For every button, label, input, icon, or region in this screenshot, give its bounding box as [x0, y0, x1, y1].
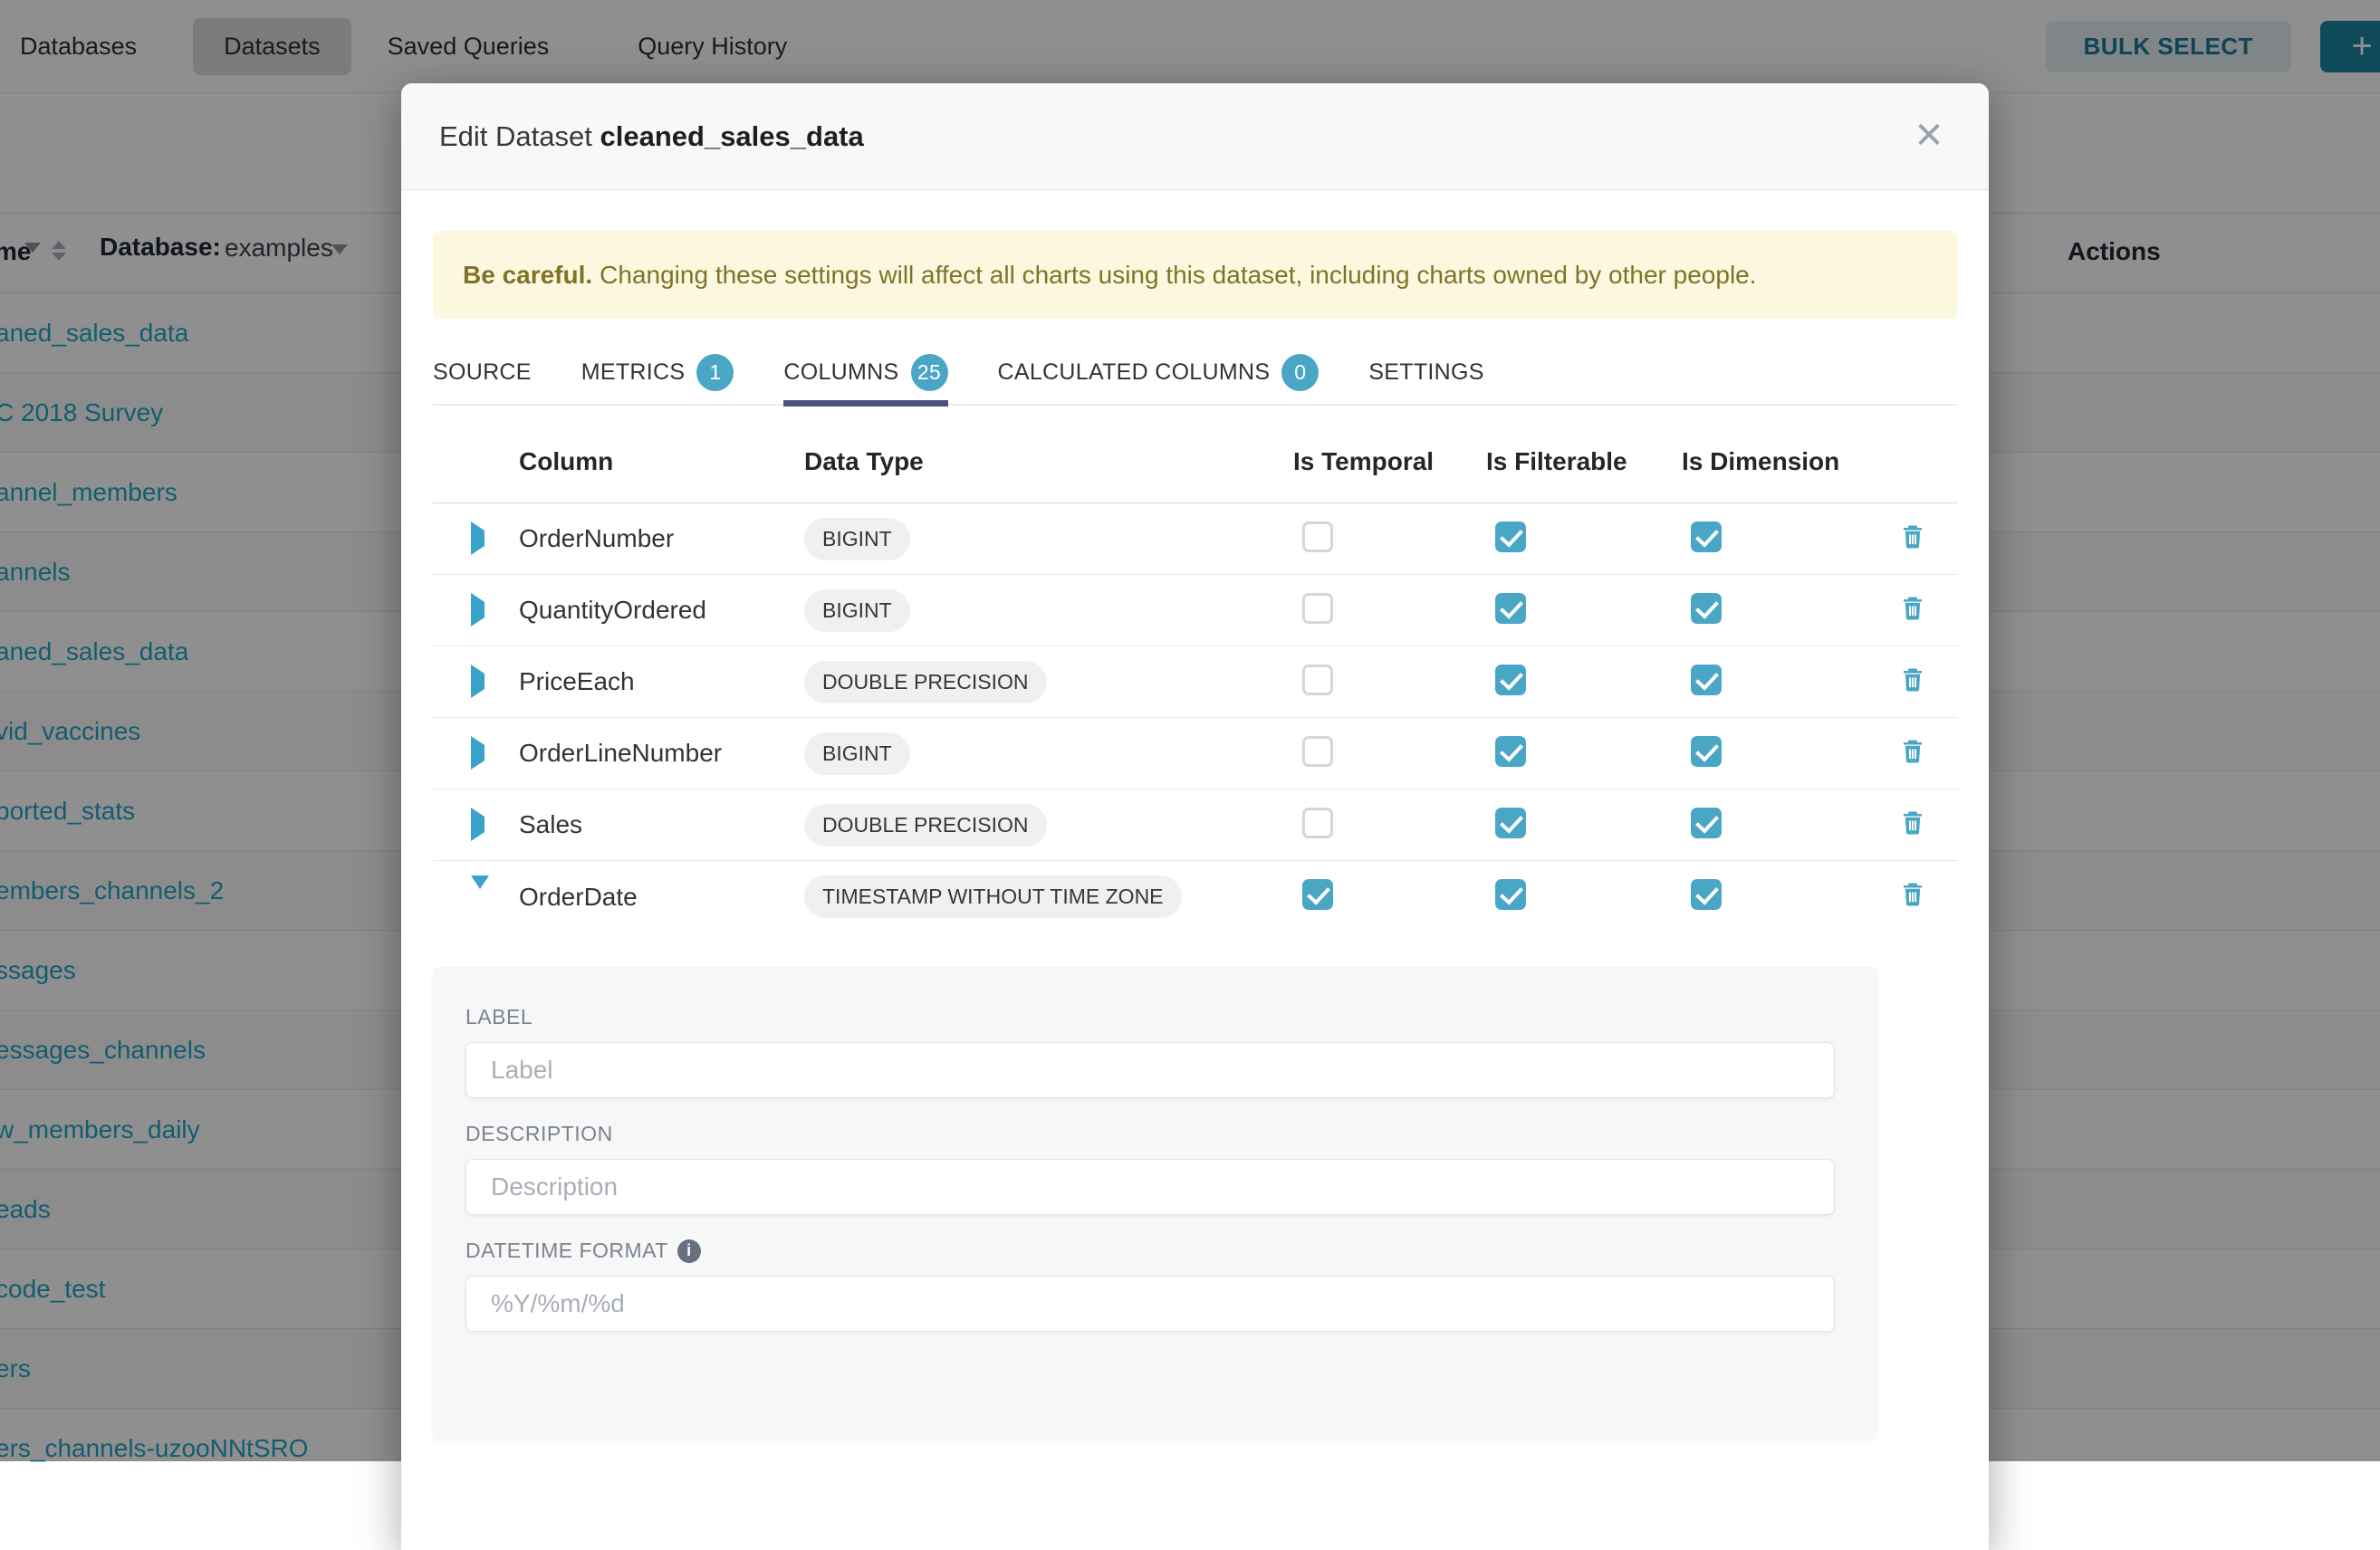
modal-title-dataset-name: cleaned_sales_data — [600, 120, 864, 152]
is-dimension-checkbox[interactable] — [1691, 593, 1722, 624]
expand-caret-icon[interactable] — [471, 736, 485, 770]
expand-caret-icon[interactable] — [471, 665, 485, 698]
data-type-pill: BIGINT — [804, 518, 910, 560]
is-temporal-checkbox[interactable] — [1302, 808, 1333, 838]
close-icon[interactable]: ✕ — [1900, 107, 1958, 165]
data-type-pill: DOUBLE PRECISION — [804, 804, 1047, 847]
tab-label: COLUMNS — [783, 359, 898, 386]
info-icon[interactable]: i — [677, 1239, 701, 1263]
is-filterable-checkbox[interactable] — [1495, 879, 1526, 910]
columns-table: Column Data Type Is Temporal Is Filterab… — [433, 420, 1958, 933]
label-field-label: LABEL — [465, 1005, 1835, 1029]
column-name: OrderDate — [519, 883, 804, 912]
tab-count-badge: 25 — [911, 354, 948, 391]
collapse-caret-icon[interactable] — [471, 875, 489, 904]
is-filterable-checkbox[interactable] — [1495, 808, 1526, 838]
delete-column-icon[interactable] — [1899, 881, 1926, 913]
is-dimension-checkbox[interactable] — [1691, 736, 1722, 767]
tab-count-badge: 0 — [1281, 354, 1319, 391]
column-row-priceeach: PriceEach DOUBLE PRECISION — [433, 646, 1958, 718]
tab-columns[interactable]: COLUMNS 25 — [783, 340, 947, 405]
datetime-format-input[interactable] — [465, 1276, 1835, 1332]
tab-count-badge: 1 — [696, 354, 734, 391]
tab-label: METRICS — [581, 359, 686, 386]
column-row-ordernumber: OrderNumber BIGINT — [433, 503, 1958, 575]
header-is-temporal: Is Temporal — [1293, 447, 1486, 476]
delete-column-icon[interactable] — [1899, 738, 1926, 770]
column-row-orderlinenumber: OrderLineNumber BIGINT — [433, 718, 1958, 789]
columns-table-header: Column Data Type Is Temporal Is Filterab… — [433, 420, 1958, 503]
is-dimension-checkbox[interactable] — [1691, 879, 1722, 910]
is-filterable-checkbox[interactable] — [1495, 736, 1526, 767]
is-dimension-checkbox[interactable] — [1691, 808, 1722, 838]
column-detail-panel: LABEL DESCRIPTION DATETIME FORMAT i — [433, 967, 1877, 1438]
is-temporal-checkbox[interactable] — [1302, 736, 1333, 767]
delete-column-icon[interactable] — [1899, 595, 1926, 627]
is-dimension-checkbox[interactable] — [1691, 521, 1722, 552]
warning-bold-text: Be careful. — [463, 261, 592, 290]
modal-tabbar: SOURCE METRICS 1 COLUMNS 25 CALCULATED C… — [433, 340, 1958, 406]
tab-label: SETTINGS — [1368, 359, 1483, 386]
modal-title: Edit Dataset cleaned_sales_data — [439, 120, 864, 153]
description-field-label: DESCRIPTION — [465, 1122, 1835, 1146]
is-temporal-checkbox[interactable] — [1302, 665, 1333, 695]
tab-calculated-columns[interactable]: CALCULATED COLUMNS 0 — [998, 340, 1320, 405]
column-row-quantityordered: QuantityOrdered BIGINT — [433, 575, 1958, 646]
warning-text: Changing these settings will affect all … — [600, 261, 1756, 290]
column-name: Sales — [519, 810, 804, 839]
data-type-pill: DOUBLE PRECISION — [804, 661, 1047, 703]
tab-label: CALCULATED COLUMNS — [998, 359, 1271, 386]
header-data-type: Data Type — [804, 447, 1293, 476]
modal-title-prefix: Edit Dataset — [439, 120, 592, 152]
is-temporal-checkbox[interactable] — [1302, 593, 1333, 624]
description-input[interactable] — [465, 1159, 1835, 1215]
expand-caret-icon[interactable] — [471, 808, 485, 841]
header-is-filterable: Is Filterable — [1486, 447, 1682, 476]
tab-label: SOURCE — [433, 359, 532, 386]
edit-dataset-modal: Edit Dataset cleaned_sales_data ✕ Be car… — [401, 83, 1989, 1550]
column-row-sales: Sales DOUBLE PRECISION — [433, 789, 1958, 861]
header-column: Column — [519, 447, 804, 476]
data-type-pill: BIGINT — [804, 589, 910, 632]
modal-body: Be careful. Changing these settings will… — [401, 190, 1989, 1438]
label-field-group: LABEL — [465, 1005, 1835, 1098]
datetime-format-field-label: DATETIME FORMAT — [465, 1239, 668, 1263]
column-name: OrderNumber — [519, 524, 804, 553]
tab-metrics[interactable]: METRICS 1 — [581, 340, 734, 405]
delete-column-icon[interactable] — [1899, 666, 1926, 698]
delete-column-icon[interactable] — [1899, 809, 1926, 841]
warning-banner: Be careful. Changing these settings will… — [433, 231, 1958, 319]
delete-column-icon[interactable] — [1899, 523, 1926, 555]
expand-caret-icon[interactable] — [471, 593, 485, 627]
header-is-dimension: Is Dimension — [1682, 447, 1888, 476]
expand-caret-icon[interactable] — [471, 521, 485, 555]
data-type-pill: BIGINT — [804, 732, 910, 775]
column-row-orderdate: OrderDate TIMESTAMP WITHOUT TIME ZONE — [433, 861, 1958, 933]
data-type-pill: TIMESTAMP WITHOUT TIME ZONE — [804, 875, 1182, 918]
column-name: QuantityOrdered — [519, 596, 804, 625]
tab-source[interactable]: SOURCE — [433, 340, 532, 405]
is-temporal-checkbox[interactable] — [1302, 521, 1333, 552]
tab-settings[interactable]: SETTINGS — [1368, 340, 1483, 405]
column-name: OrderLineNumber — [519, 739, 804, 768]
is-filterable-checkbox[interactable] — [1495, 521, 1526, 552]
datetime-format-field-group: DATETIME FORMAT i — [465, 1239, 1835, 1332]
modal-header: Edit Dataset cleaned_sales_data ✕ — [401, 83, 1989, 190]
is-filterable-checkbox[interactable] — [1495, 593, 1526, 624]
is-filterable-checkbox[interactable] — [1495, 665, 1526, 695]
column-name: PriceEach — [519, 667, 804, 696]
is-dimension-checkbox[interactable] — [1691, 665, 1722, 695]
description-field-group: DESCRIPTION — [465, 1122, 1835, 1215]
is-temporal-checkbox[interactable] — [1302, 879, 1333, 910]
label-input[interactable] — [465, 1042, 1835, 1098]
